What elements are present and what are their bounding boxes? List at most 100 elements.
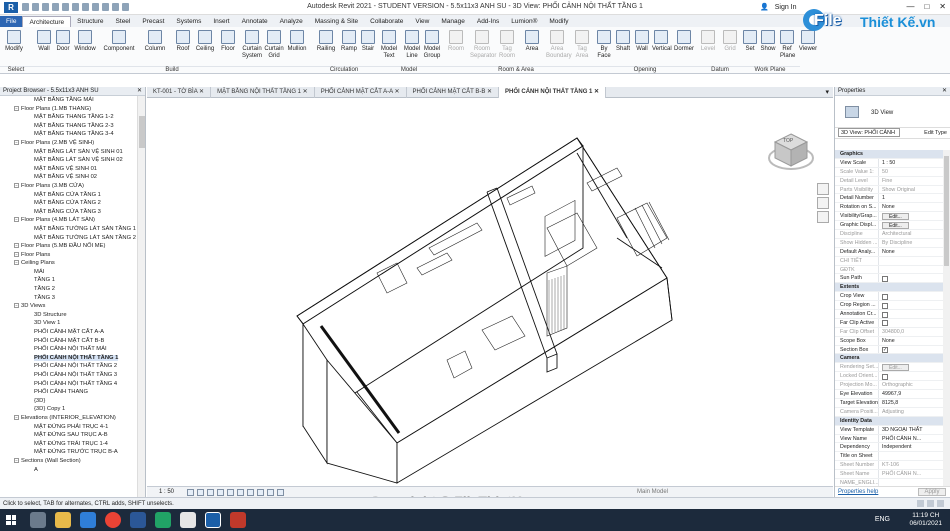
tree-item[interactable]: TẦNG 1: [0, 276, 138, 285]
section-icon[interactable]: [102, 3, 109, 11]
visual-style-icon[interactable]: [197, 489, 204, 496]
ribbon-tab-steel[interactable]: Steel: [110, 16, 137, 27]
text-icon[interactable]: [82, 3, 89, 11]
ribbon-panel-work-plane[interactable]: Work Plane: [740, 66, 800, 73]
property-checkbox[interactable]: [882, 275, 888, 282]
tree-item[interactable]: MẶT BẰNG TƯỜNG LÁT SÀN TẦNG 1: [0, 225, 138, 234]
ribbon-tab-insert[interactable]: Insert: [207, 16, 235, 27]
paint-icon[interactable]: [180, 512, 196, 528]
window-button[interactable]: Window: [73, 30, 97, 62]
detail-level-icon[interactable]: [187, 489, 194, 496]
tree-item[interactable]: MẶT ĐỨNG SAU TRỤC A-B: [0, 431, 138, 440]
zoom-icon[interactable]: [817, 197, 829, 209]
property-value[interactable]: 8125,8: [879, 399, 943, 407]
word-icon[interactable]: [130, 512, 146, 528]
sign-in[interactable]: 👤 Sign In: [760, 3, 797, 12]
tree-item[interactable]: MẶT BẰNG CỬA TẦNG 1: [0, 191, 138, 200]
property-value[interactable]: [879, 452, 943, 460]
tree-item[interactable]: MẶT BẰNG TƯỜNG LÁT SÀN TẦNG 2: [0, 234, 138, 243]
close-tab-icon[interactable]: ✕: [393, 89, 400, 95]
property-checkbox[interactable]: [882, 293, 888, 300]
close-icon[interactable]: ✕: [137, 87, 142, 96]
property-value[interactable]: 1 : 50: [879, 159, 943, 167]
edit-button[interactable]: Edit...: [882, 213, 909, 221]
tree-item[interactable]: PHỐI CẢNH NỘI THẤT TẦNG 2: [0, 362, 138, 371]
collapse-toggle-icon[interactable]: −: [14, 139, 19, 145]
view-tab[interactable]: PHỐI CẢNH NỘI THẤT TẦNG 1 ✕: [499, 87, 607, 98]
area-button[interactable]: Area: [522, 30, 542, 62]
steering-wheel-icon[interactable]: [817, 183, 829, 195]
curtain-grid-button[interactable]: Curtain Grid: [264, 30, 284, 62]
property-category[interactable]: Camera: [835, 354, 943, 364]
tree-item[interactable]: MẶT ĐỨNG PHẢI TRỤC 4-1: [0, 423, 138, 432]
measure-icon[interactable]: [72, 3, 79, 11]
property-value[interactable]: 3D NGOẠI THẤT: [879, 426, 943, 434]
language-indicator[interactable]: ENG: [875, 516, 890, 523]
model-line-button[interactable]: Model Line: [403, 30, 421, 62]
property-checkbox[interactable]: [882, 311, 888, 318]
ribbon-panel-build[interactable]: Build: [32, 66, 312, 73]
temp-hide-icon[interactable]: [267, 489, 274, 496]
worksets-icon[interactable]: [917, 500, 924, 507]
property-value[interactable]: Independent: [879, 443, 943, 451]
column-button[interactable]: Column: [144, 30, 166, 62]
tree-item[interactable]: TẦNG 3: [0, 294, 138, 303]
ribbon-tab-precast[interactable]: Precast: [136, 16, 170, 27]
property-value[interactable]: [879, 372, 943, 380]
file-explorer-icon[interactable]: [55, 512, 71, 528]
collapse-toggle-icon[interactable]: −: [14, 303, 19, 309]
edit-button[interactable]: Edit...: [882, 364, 909, 372]
edit-type-button[interactable]: Edit Type: [924, 128, 947, 139]
property-category[interactable]: Identity Data: [835, 416, 943, 426]
show-button[interactable]: Show: [760, 30, 776, 62]
ceiling-button[interactable]: Ceiling: [195, 30, 215, 62]
tree-group[interactable]: − Floor Plans (5.MB ĐẦU NỐI ME): [0, 242, 138, 251]
ribbon-tab-collaborate[interactable]: Collaborate: [364, 16, 409, 27]
undo-icon[interactable]: [42, 3, 49, 11]
property-value[interactable]: [879, 257, 943, 265]
tag-area-button[interactable]: Tag Area: [572, 30, 592, 62]
lock-view-icon[interactable]: [257, 489, 264, 496]
tag-room-button[interactable]: Tag Room: [497, 30, 517, 62]
view-tab[interactable]: MẶT BẰNG NỘI THẤT TẦNG 1 ✕: [211, 87, 315, 98]
tree-item[interactable]: MẶT BẰNG VỆ SINH 01: [0, 165, 138, 174]
roof-button[interactable]: Roof: [175, 30, 191, 62]
tree-item[interactable]: MẶT BẰNG THANG TẦNG 3-4: [0, 130, 138, 139]
tree-group[interactable]: − Elevations (INTERIOR_ELEVATION): [0, 414, 138, 423]
tree-item[interactable]: TẦNG 2: [0, 285, 138, 294]
property-value[interactable]: [879, 319, 943, 327]
door-button[interactable]: Door: [55, 30, 71, 62]
close-icon[interactable]: ✕: [942, 87, 947, 96]
view-tab[interactable]: KT-001 - TỜ BÌA ✕: [147, 87, 212, 98]
property-value[interactable]: 50: [879, 168, 943, 176]
ribbon-tab-modify[interactable]: Modify: [543, 16, 574, 27]
stair-button[interactable]: Stair: [360, 30, 376, 62]
apply-button[interactable]: Apply: [918, 488, 946, 496]
property-value[interactable]: 1: [879, 194, 943, 202]
property-value[interactable]: None: [879, 203, 943, 211]
tree-item[interactable]: MÁI: [0, 268, 138, 277]
property-category[interactable]: Graphics: [835, 150, 943, 159]
scroll-thumb[interactable]: [139, 116, 145, 148]
properties-help-link[interactable]: Properties help: [838, 489, 878, 495]
curtain-system-button[interactable]: Curtain System: [241, 30, 263, 62]
property-value[interactable]: By Discipline: [879, 239, 943, 247]
property-category[interactable]: Extents: [835, 283, 943, 293]
pan-icon[interactable]: [817, 211, 829, 223]
property-value[interactable]: [879, 479, 943, 486]
collapse-toggle-icon[interactable]: −: [14, 243, 19, 249]
ribbon-panel-circulation[interactable]: Circulation: [312, 66, 376, 73]
property-value[interactable]: None: [879, 248, 943, 256]
properties-scrollbar[interactable]: [943, 150, 950, 486]
excel-icon[interactable]: [155, 512, 171, 528]
property-value[interactable]: Adjusting: [879, 408, 943, 416]
tree-item[interactable]: MẶT BẰNG CỬA TẦNG 2: [0, 199, 138, 208]
modify-button[interactable]: Modify: [4, 30, 24, 62]
tree-item[interactable]: MẶT BẰNG TẦNG MÁI: [0, 96, 138, 105]
ribbon-panel-datum[interactable]: Datum: [700, 66, 740, 73]
thin-lines-icon[interactable]: [112, 3, 119, 11]
tree-item[interactable]: {3D} Copy 1: [0, 405, 138, 414]
tree-item[interactable]: 3D View 1: [0, 319, 138, 328]
close-tab-icon[interactable]: ✕: [197, 89, 204, 95]
windows-start-icon[interactable]: [6, 515, 16, 525]
